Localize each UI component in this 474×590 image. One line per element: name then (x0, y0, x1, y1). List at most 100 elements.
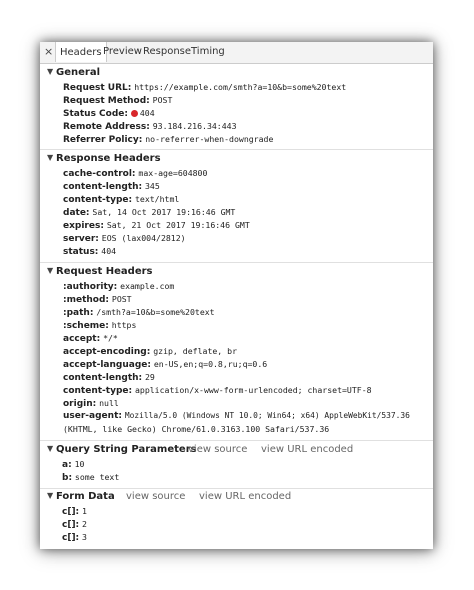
header-row: status: 404 (63, 246, 116, 259)
tab-bar: × Headers Preview Response Timing (40, 42, 433, 64)
divider (40, 488, 433, 489)
form-data-title: Form Data (56, 491, 115, 502)
header-key: expires: (63, 221, 104, 231)
header-row: accept-encoding: gzip, deflate, br (63, 346, 237, 359)
expand-triangle-icon: ▼ (47, 67, 54, 76)
header-value: EOS (lax004/2812) (101, 233, 186, 243)
header-value: null (99, 398, 119, 408)
view-source-link[interactable]: view source (188, 444, 247, 455)
param-value: 3 (82, 532, 87, 542)
header-row: content-type: application/x-www-form-url… (63, 385, 372, 398)
request-method-key: Request Method: (63, 96, 150, 106)
general-section-header[interactable]: ▼ General (40, 67, 433, 81)
param-row: c[]: 1 (62, 506, 87, 519)
divider (40, 440, 433, 441)
tab-timing[interactable]: Timing (191, 46, 225, 57)
param-value: 2 (82, 519, 87, 529)
param-value: some text (74, 472, 120, 482)
header-key: :path: (63, 308, 94, 318)
request-headers-title: Request Headers (56, 266, 153, 277)
header-key: date: (63, 208, 90, 218)
header-value: /smth?a=10&b=some%20text (96, 307, 215, 317)
request-method-value: POST (152, 95, 173, 105)
header-row-continuation: (KHTML, like Gecko) Chrome/61.0.3163.100… (63, 424, 329, 437)
param-row: b: some text (62, 472, 119, 485)
status-code-row: Status Code: 404 (63, 108, 155, 121)
header-key: content-length: (63, 373, 143, 383)
close-icon[interactable]: × (44, 45, 53, 58)
referrer-policy-row: Referrer Policy: no-referrer-when-downgr… (63, 134, 273, 147)
header-row: content-type: text/html (63, 194, 179, 207)
header-key: content-length: (63, 182, 143, 192)
form-data-section-header[interactable]: ▼ Form Data view source view URL encoded (40, 491, 433, 505)
request-url-row: Request URL: https://example.com/smth?a=… (63, 82, 346, 95)
header-key: :authority: (63, 282, 118, 292)
tab-preview[interactable]: Preview (103, 46, 142, 57)
view-url-encoded-link[interactable]: view URL encoded (199, 491, 291, 502)
header-row: content-length: 345 (63, 181, 160, 194)
expand-triangle-icon: ▼ (47, 491, 54, 500)
header-row: user-agent: Mozilla/5.0 (Windows NT 10.0… (63, 411, 410, 424)
request-method-row: Request Method: POST (63, 95, 172, 108)
header-value: text/html (134, 194, 180, 204)
header-key: status: (63, 247, 99, 257)
header-row: :method: POST (63, 294, 132, 307)
response-headers-section-header[interactable]: ▼ Response Headers (40, 153, 433, 167)
header-row: accept-language: en-US,en;q=0.8,ru;q=0.6 (63, 359, 267, 372)
param-key: c[]: (62, 533, 80, 543)
referrer-policy-key: Referrer Policy: (63, 135, 143, 145)
header-value: 29 (145, 372, 155, 382)
response-headers-title: Response Headers (56, 153, 161, 164)
status-code-value: 404 (139, 108, 155, 118)
header-key: cache-control: (63, 169, 136, 179)
status-code-key: Status Code: (63, 109, 128, 119)
header-row: :scheme: https (63, 320, 136, 333)
param-value: 10 (74, 459, 85, 469)
query-string-section-header[interactable]: ▼ Query String Parameters view source vi… (40, 444, 433, 458)
param-key: c[]: (62, 507, 80, 517)
expand-triangle-icon: ▼ (47, 266, 54, 275)
header-value: */* (103, 333, 118, 343)
header-value: Sat, 14 Oct 2017 19:16:46 GMT (92, 207, 236, 217)
header-value: max-age=604800 (138, 168, 208, 178)
status-error-dot-icon (130, 110, 138, 117)
remote-address-row: Remote Address: 93.184.216.34:443 (63, 121, 237, 134)
header-key: origin: (63, 399, 97, 409)
header-row: date: Sat, 14 Oct 2017 19:16:46 GMT (63, 207, 235, 220)
header-key: accept: (63, 334, 101, 344)
expand-triangle-icon: ▼ (47, 444, 54, 453)
request-headers-section-header[interactable]: ▼ Request Headers (40, 266, 433, 280)
param-key: a: (62, 460, 72, 470)
header-key: :scheme: (63, 321, 109, 331)
view-source-link[interactable]: view source (126, 491, 185, 502)
header-row: cache-control: max-age=604800 (63, 168, 207, 181)
header-key: content-type: (63, 386, 133, 396)
referrer-policy-value: no-referrer-when-downgrade (145, 134, 274, 144)
header-value: Sat, 21 Oct 2017 19:16:46 GMT (106, 220, 250, 230)
header-key: accept-language: (63, 360, 151, 370)
header-key: server: (63, 234, 99, 244)
header-value: https (111, 320, 137, 330)
devtools-network-panel: × Headers Preview Response Timing ▼ Gene… (40, 42, 433, 549)
header-key: content-type: (63, 195, 133, 205)
header-value: Mozilla/5.0 (Windows NT 10.0; Win64; x64… (124, 411, 410, 420)
tab-response[interactable]: Response (143, 46, 191, 57)
header-row: accept: */* (63, 333, 118, 346)
header-row: origin: null (63, 398, 119, 411)
remote-address-value: 93.184.216.34:443 (152, 121, 237, 131)
header-row: :authority: example.com (63, 281, 174, 294)
header-value: 345 (145, 181, 160, 191)
header-key: accept-encoding: (63, 347, 151, 357)
general-title: General (56, 67, 100, 78)
request-url-key: Request URL: (63, 83, 132, 93)
header-row: content-length: 29 (63, 372, 155, 385)
header-key: user-agent: (63, 411, 122, 421)
header-value: POST (111, 294, 132, 304)
param-key: b: (62, 473, 73, 483)
header-value: 404 (101, 246, 117, 256)
tab-headers[interactable]: Headers (55, 42, 107, 62)
param-row: a: 10 (62, 459, 84, 472)
view-url-encoded-link[interactable]: view URL encoded (261, 444, 353, 455)
header-row: server: EOS (lax004/2812) (63, 233, 186, 246)
divider (40, 149, 433, 150)
